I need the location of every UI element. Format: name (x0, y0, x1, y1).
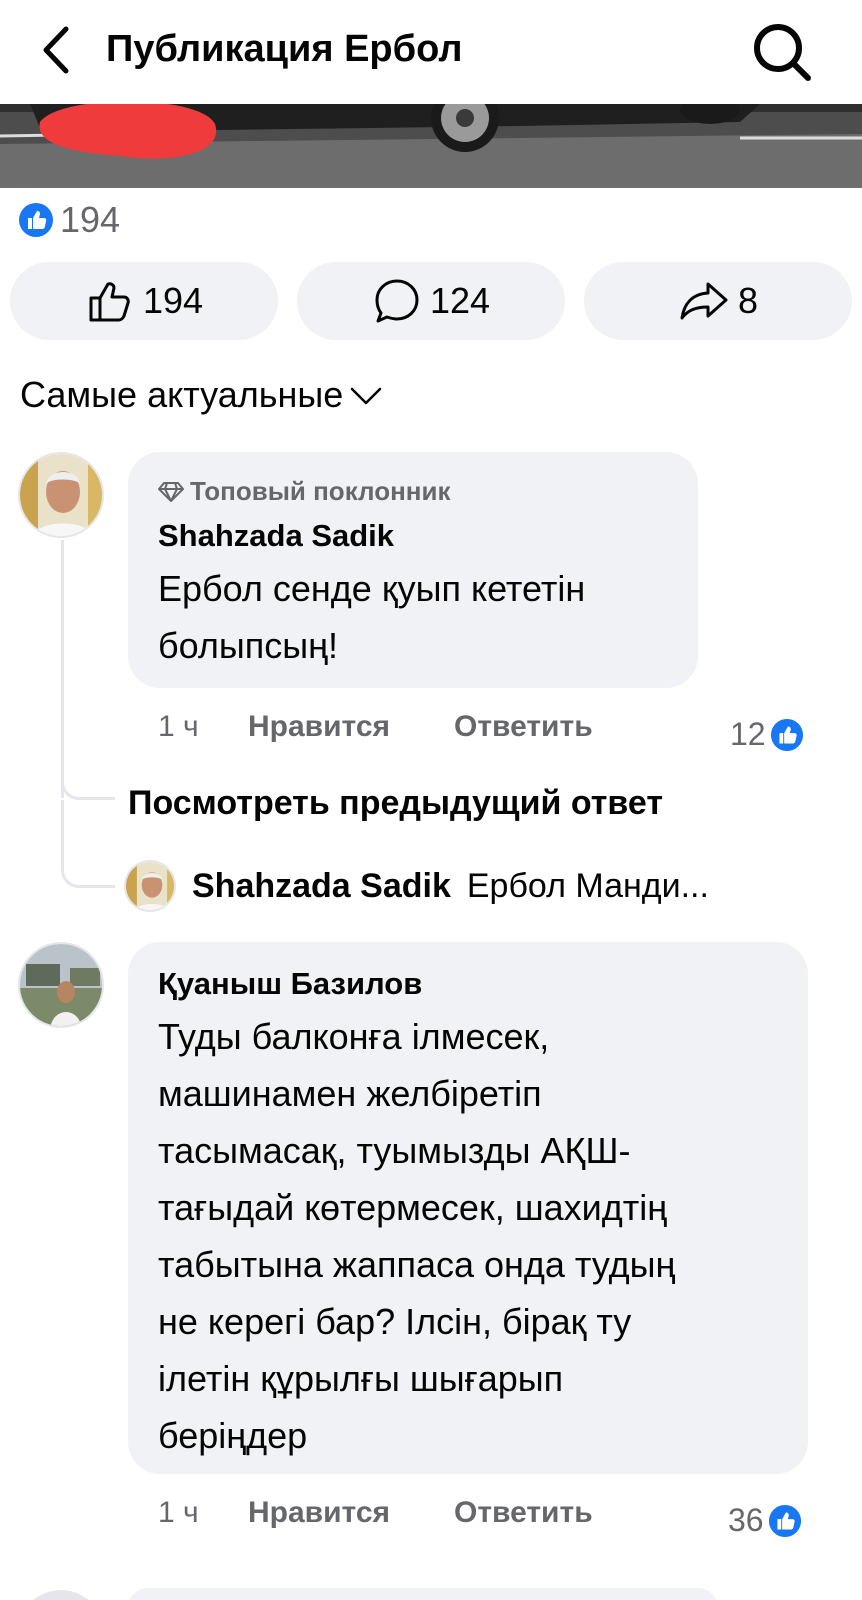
like-comment-button[interactable]: Нравится (248, 710, 390, 744)
avatar-photo (126, 862, 174, 910)
sort-label: Самые актуальные (20, 374, 344, 415)
comment-text: Туды балконға ілмесек, машинамен желбіре… (158, 1016, 676, 1456)
reply-button[interactable]: Ответить (454, 1496, 593, 1530)
post-image[interactable] (0, 104, 862, 188)
chevron-down-icon (351, 387, 382, 405)
comment-author[interactable]: Қуаныш Базилов (158, 966, 422, 1002)
top-app-bar: Публикация Ербол (0, 0, 862, 104)
search-icon (754, 24, 811, 81)
diamond-icon (158, 481, 184, 502)
like-button[interactable]: 194 (10, 262, 278, 340)
search-button[interactable] (748, 18, 816, 86)
comment-icon (375, 279, 419, 323)
like-reaction-icon (770, 718, 803, 751)
next-avatar-peek (18, 1590, 104, 1600)
share-button[interactable]: 8 (584, 262, 852, 340)
like-comment-button[interactable]: Нравится (248, 1496, 390, 1530)
avatar-photo (20, 944, 102, 1026)
comment-reaction-count[interactable]: 36 (728, 1502, 802, 1539)
next-comment-peek (128, 1588, 718, 1600)
reply-author: Shahzada Sadik (192, 866, 451, 905)
avatar (124, 860, 176, 912)
comment-count: 124 (429, 280, 491, 321)
like-reaction-icon (19, 203, 53, 237)
comment-time: 1 ч (158, 1496, 199, 1529)
comment-author[interactable]: Shahzada Sadik (158, 518, 394, 554)
comment-bubble[interactable]: Қуаныш Базилов Туды балконға ілмесек, ма… (128, 942, 808, 1474)
view-previous-reply-link[interactable]: Посмотреть предыдущий ответ (128, 784, 663, 823)
like-count: 194 (142, 280, 204, 321)
comment-sort-dropdown[interactable]: Самые актуальные (20, 374, 383, 416)
share-icon (680, 282, 728, 320)
comment-button[interactable]: 124 (297, 262, 565, 340)
thread-connector (61, 770, 115, 800)
like-reaction-icon (768, 1504, 801, 1537)
reply-text: Ербол Манди... (466, 866, 709, 905)
car-photo (0, 104, 862, 188)
page-title: Публикация Ербол (106, 28, 463, 70)
reaction-summary[interactable]: 194 (18, 199, 121, 240)
comment-text: Ербол сенде қуып кететін болыпсың! (158, 568, 586, 666)
reaction-count: 194 (60, 199, 121, 240)
reply-preview[interactable]: Shahzada Sadik Ербол Манди... (124, 860, 709, 912)
badge-label: Топовый поклонник (190, 476, 451, 506)
back-button[interactable] (28, 20, 84, 80)
comment-bubble[interactable]: Топовый поклонник Shahzada Sadik Ербол с… (128, 452, 698, 688)
avatar[interactable] (18, 942, 104, 1028)
thumbs-up-icon (89, 282, 130, 322)
comment-reaction-count[interactable]: 12 (730, 716, 804, 753)
thread-line (61, 540, 64, 798)
chevron-left-icon (43, 26, 69, 74)
top-fan-badge: Топовый поклонник (158, 476, 450, 507)
share-count: 8 (737, 280, 759, 321)
reply-button[interactable]: Ответить (454, 710, 593, 744)
thread-connector (61, 800, 115, 888)
comment-time: 1 ч (158, 710, 199, 743)
avatar-photo (20, 454, 102, 536)
avatar[interactable] (18, 452, 104, 538)
